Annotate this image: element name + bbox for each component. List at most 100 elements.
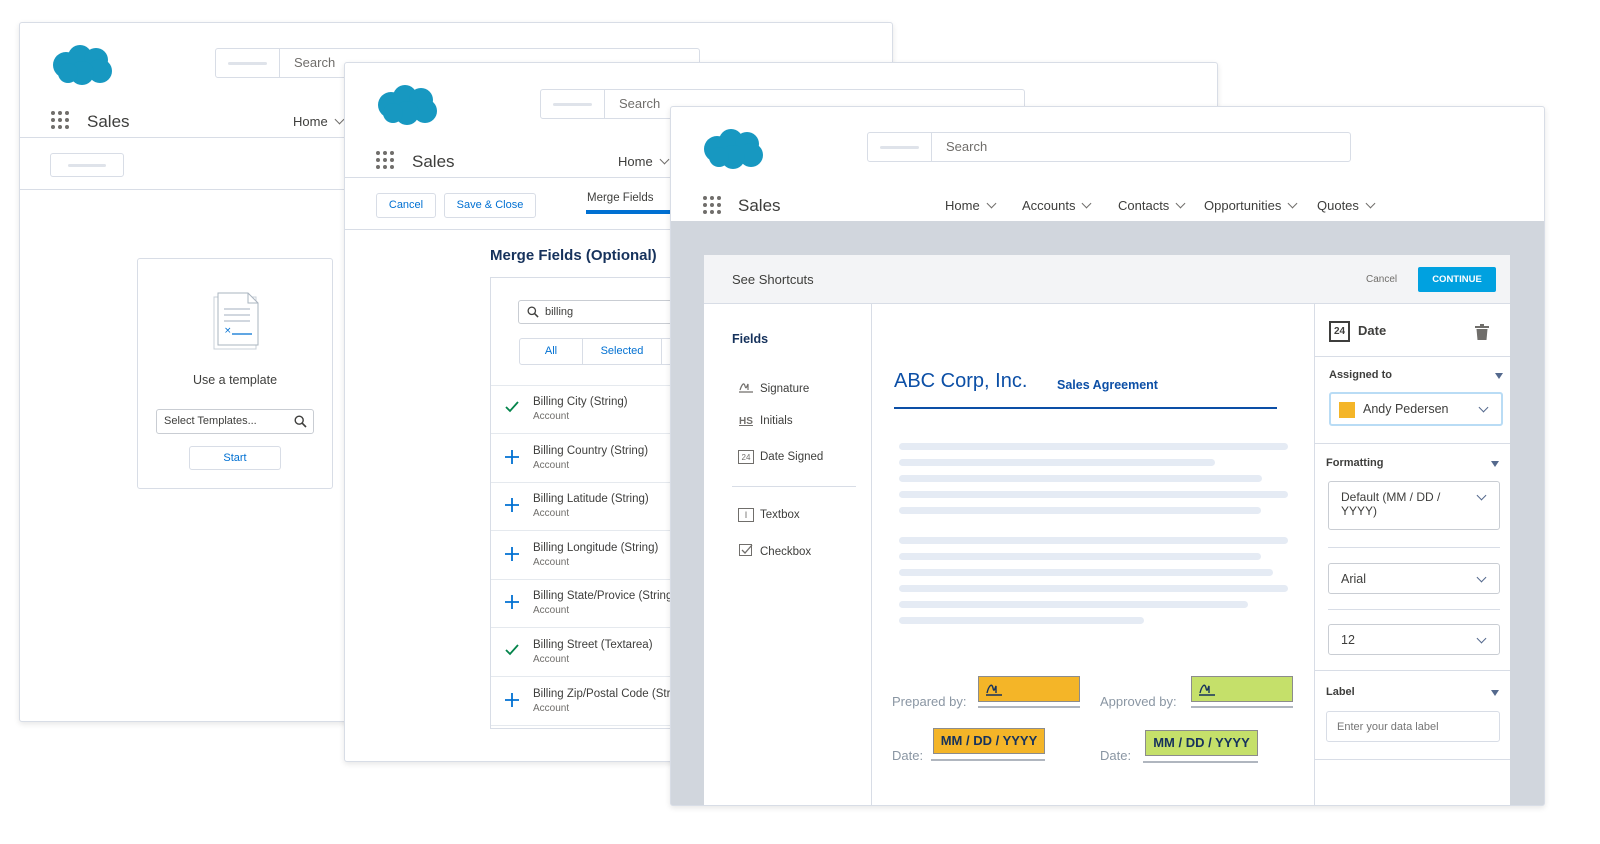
nav-opportunities[interactable]: Opportunities: [1204, 198, 1298, 213]
textbox-label: Textbox: [760, 509, 800, 521]
signature-icon: [986, 684, 1002, 696]
cancel-button[interactable]: Cancel: [376, 193, 436, 218]
field-type-initials[interactable]: HS Initials: [738, 415, 793, 427]
editor-cancel-button[interactable]: Cancel: [1366, 274, 1397, 285]
text-placeholder-line: [899, 617, 1144, 624]
merge-field-row[interactable]: Billing City (String) Account: [491, 386, 681, 434]
template-select-placeholder: Select Templates...: [164, 415, 257, 427]
save-close-button[interactable]: Save & Close: [444, 193, 536, 218]
collapse-triangle-icon[interactable]: [1491, 690, 1499, 696]
search-scope[interactable]: [868, 133, 932, 161]
global-search[interactable]: Search: [867, 132, 1351, 162]
plus-icon[interactable]: [503, 497, 521, 517]
app-name: Sales: [738, 196, 781, 215]
collapse-triangle-icon[interactable]: [1491, 461, 1499, 467]
filter-tab-all[interactable]: All: [519, 338, 583, 365]
plus-icon[interactable]: [503, 449, 521, 469]
merge-field-row[interactable]: Billing Country (String) Account: [491, 435, 681, 483]
tab-merge-fields[interactable]: Merge Fields: [587, 192, 653, 204]
start-button[interactable]: Start: [189, 446, 281, 470]
app-launcher-icon[interactable]: [376, 151, 394, 169]
data-label-input[interactable]: [1326, 711, 1500, 742]
field-type-date-signed[interactable]: 24 Date Signed: [738, 450, 823, 464]
divider: [1315, 759, 1510, 760]
merge-field-row[interactable]: Billing State/Provice (String Account: [491, 580, 681, 629]
font-select[interactable]: Arial: [1328, 563, 1500, 594]
approved-by-line: [1191, 706, 1293, 708]
search-input[interactable]: Search: [932, 133, 987, 161]
text-placeholder-line: [899, 475, 1262, 482]
search-input[interactable]: Search: [280, 49, 335, 77]
merge-field-object: Account: [533, 556, 570, 568]
date-label-1: Date:: [892, 748, 924, 763]
merge-field-row[interactable]: Billing Street (Textarea) Account: [491, 629, 681, 677]
nav-quotes-label: Quotes: [1317, 198, 1359, 213]
template-select[interactable]: Select Templates...: [156, 409, 314, 434]
plus-icon[interactable]: [503, 546, 521, 566]
field-type-textbox[interactable]: I Textbox: [738, 508, 800, 522]
filter-tab-selected[interactable]: Selected: [582, 338, 662, 365]
prepared-by-signature-field[interactable]: [978, 676, 1080, 702]
app-launcher-icon[interactable]: [703, 196, 721, 214]
date-field-2[interactable]: MM / DD / YYYY: [1145, 730, 1258, 756]
search-scope[interactable]: [216, 49, 280, 77]
text-placeholder-line: [899, 491, 1288, 498]
continue-button[interactable]: CONTINUE: [1418, 267, 1496, 292]
see-shortcuts-link[interactable]: See Shortcuts: [732, 272, 814, 287]
merge-field-object: Account: [533, 459, 570, 471]
search-scope[interactable]: [541, 90, 605, 118]
merge-field-row[interactable]: Billing Zip/Postal Code (Stri Account: [491, 678, 681, 726]
checkmark-icon[interactable]: [503, 400, 521, 418]
chevron-down-icon: [1082, 198, 1092, 209]
nav-home[interactable]: Home: [945, 198, 997, 213]
merge-field-row[interactable]: Billing Latitude (String) Account: [491, 483, 681, 532]
fields-palette: Fields Signature HS Initials 24 Date Signe…: [704, 304, 872, 805]
plus-icon[interactable]: [503, 594, 521, 614]
nav-home[interactable]: Home: [293, 114, 345, 129]
nav-accounts[interactable]: Accounts: [1022, 198, 1092, 213]
nav-quotes[interactable]: Quotes: [1317, 198, 1376, 213]
nav-contacts-label: Contacts: [1118, 198, 1170, 213]
checkmark-icon[interactable]: [503, 643, 521, 661]
checkbox-icon: [739, 544, 753, 556]
nav-contacts[interactable]: Contacts: [1118, 198, 1186, 213]
chevron-down-icon: [1478, 402, 1489, 413]
assigned-to-select[interactable]: Andy Pedersen: [1329, 392, 1503, 426]
merge-field-row[interactable]: Billing Longitude (String) Account: [491, 532, 681, 580]
nav-home[interactable]: Home: [618, 154, 670, 169]
chevron-down-icon: [1175, 198, 1186, 209]
placeholder-button[interactable]: [50, 153, 124, 177]
date-field-1[interactable]: MM / DD / YYYY: [933, 728, 1045, 754]
search-value: billing: [545, 306, 574, 318]
date-field-glyph: 24: [1329, 321, 1350, 342]
merge-field-object: Account: [533, 411, 570, 422]
text-placeholder-line: [899, 443, 1288, 450]
approved-by-signature-field[interactable]: [1191, 676, 1293, 702]
merge-field-name: Billing City (String): [533, 396, 628, 408]
app-launcher-icon[interactable]: [51, 111, 69, 129]
trash-icon[interactable]: [1475, 324, 1489, 340]
merge-field-name: Billing Latitude (String): [533, 493, 649, 506]
date-format-select[interactable]: Default (MM / DD / YYYY): [1328, 481, 1500, 530]
merge-field-name: Billing Street (Textarea): [533, 639, 653, 651]
fields-heading: Fields: [732, 332, 769, 346]
svg-text:×: ×: [224, 326, 232, 336]
plus-icon[interactable]: [503, 692, 521, 712]
signature-label: Signature: [760, 383, 810, 395]
nav-home-label: Home: [945, 198, 980, 213]
font-size-select[interactable]: 12: [1328, 624, 1500, 655]
chevron-down-icon: [659, 154, 670, 165]
signature-icon: [1199, 684, 1215, 696]
field-type-signature[interactable]: Signature: [738, 380, 809, 395]
field-title: Date: [1358, 323, 1387, 338]
merge-field-object: Account: [533, 605, 570, 617]
search-input[interactable]: Search: [605, 90, 660, 118]
template-card: × Use a template Select Templates... Sta…: [137, 258, 333, 489]
field-type-checkbox[interactable]: Checkbox: [738, 543, 811, 558]
collapse-triangle-icon[interactable]: [1495, 373, 1503, 379]
font-size-value: 12: [1341, 633, 1355, 647]
text-placeholder-line: [899, 601, 1248, 608]
global-header: Search Sales Home Accounts Contacts Oppo…: [671, 107, 1544, 221]
date-line-1: [931, 759, 1045, 761]
salesforce-logo: [53, 45, 112, 85]
